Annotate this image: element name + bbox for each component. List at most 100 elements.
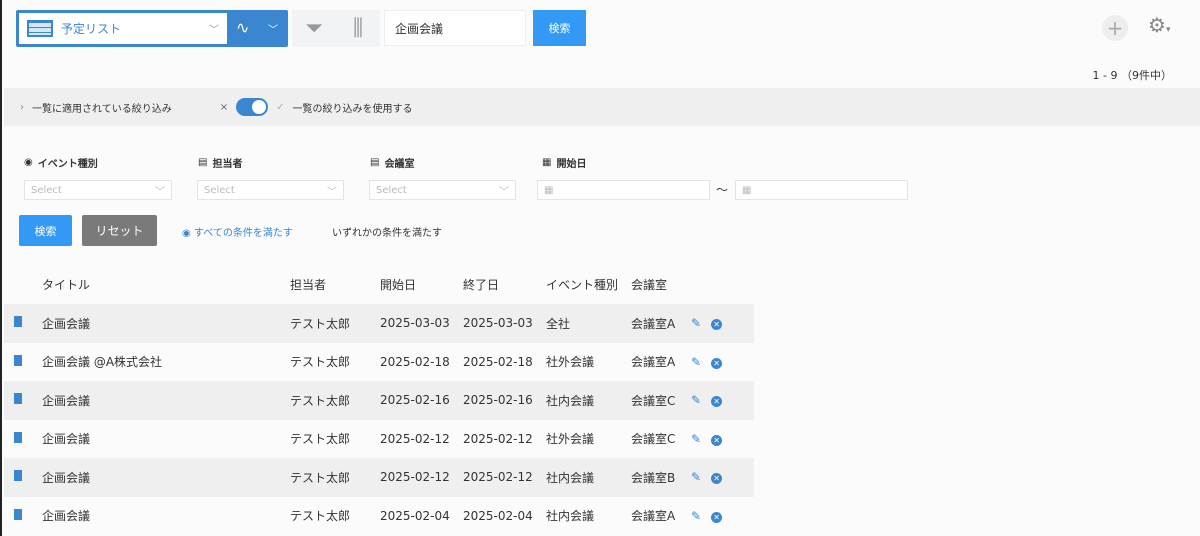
use-filter-toggle[interactable] xyxy=(236,98,269,116)
view-dropdown[interactable]: 予定リスト ﹀ xyxy=(19,13,227,44)
filter-bar: › 一覧に適用されている絞り込み × ✓ 一覧の絞り込みを使用する xyxy=(4,88,1200,126)
document-icon[interactable] xyxy=(14,316,22,328)
keyword-input[interactable]: 企画会議 xyxy=(384,10,526,46)
column-header[interactable]: イベント種別 xyxy=(546,264,631,304)
edit-icon[interactable]: ✎ xyxy=(691,509,701,523)
edit-icon[interactable]: ✎ xyxy=(691,432,701,446)
edit-icon[interactable]: ✎ xyxy=(691,316,701,330)
column-header[interactable]: 終了日 xyxy=(463,264,546,304)
graph-icon[interactable]: ∿ xyxy=(236,18,249,37)
table-row[interactable]: 企画会議 テスト太郎 2025-02-12 2025-02-12 社外会議 会議室C ✎ ✕ xyxy=(4,420,754,459)
cell: 2025-02-12 xyxy=(463,431,533,446)
edit-icon[interactable]: ✎ xyxy=(691,393,701,407)
cell: 2025-02-12 xyxy=(463,458,546,497)
label-text: イベント種別 xyxy=(37,159,98,170)
radio-icon: ◉ xyxy=(24,157,33,168)
room-select[interactable]: Select ﹀ xyxy=(369,180,516,200)
gear-icon[interactable]: ⚙▾ xyxy=(1148,13,1170,37)
filter-label-event-type: ◉ イベント種別 xyxy=(24,155,98,170)
edit-icon[interactable]: ✎ xyxy=(691,355,701,369)
column-header[interactable]: 開始日 xyxy=(380,264,463,304)
delete-icon[interactable]: ✕ xyxy=(711,511,723,523)
cell: 企画会議 xyxy=(42,509,91,524)
match-all-radio[interactable]: ◉ すべての条件を満たす xyxy=(182,224,293,239)
check-icon: ✓ xyxy=(276,101,285,113)
cell: 社内会議 xyxy=(546,509,595,524)
chevron-down-icon: ﹀ xyxy=(155,186,165,198)
calendar-icon: ▦ xyxy=(542,157,552,168)
form-icon: ▤ xyxy=(198,157,208,168)
owner-select[interactable]: Select ﹀ xyxy=(197,180,344,200)
label-text: 会議室 xyxy=(384,159,415,170)
delete-icon[interactable]: ✕ xyxy=(711,396,723,408)
table-row[interactable]: 企画会議 テスト太郎 2025-02-04 2025-02-04 社内会議 会議室A ✎ ✕ xyxy=(4,497,754,536)
start-date-to[interactable]: ▦ xyxy=(735,180,908,200)
cell: テスト太郎 xyxy=(290,458,380,497)
chevron-down-icon: ﹀ xyxy=(499,186,509,198)
search-button[interactable]: 検索 xyxy=(19,215,72,246)
placeholder: Select xyxy=(204,184,235,196)
start-date-from[interactable]: ▦ xyxy=(537,180,710,200)
applied-filter-toggle[interactable]: 一覧に適用されている絞り込み xyxy=(32,100,172,115)
label-text: 開始日 xyxy=(556,159,587,170)
document-icon[interactable] xyxy=(14,354,22,366)
form-icon: ▤ xyxy=(370,157,380,168)
cell: 全社 xyxy=(546,304,631,343)
cell: 2025-02-16 xyxy=(380,381,463,420)
chevron-right-icon[interactable]: › xyxy=(20,102,24,113)
use-filter-label: 一覧の絞り込みを使用する xyxy=(292,103,413,115)
column-header[interactable]: 担当者 xyxy=(290,264,380,304)
cell: 会議室A xyxy=(631,509,676,524)
document-icon[interactable] xyxy=(14,393,22,405)
column-header[interactable]: タイトル xyxy=(42,264,290,304)
cell: 社内会議 xyxy=(546,458,631,497)
view-selector[interactable]: 予定リスト ﹀ ∿ ﹀ xyxy=(16,10,288,47)
delete-icon[interactable]: ✕ xyxy=(711,434,723,446)
table-row[interactable]: 企画会議 テスト太郎 2025-02-12 2025-02-12 社内会議 会議室B ✎ ✕ xyxy=(4,458,754,497)
cell: 企画会議 @A株式会社 xyxy=(42,355,163,370)
document-icon[interactable] xyxy=(14,431,22,443)
keyword-search-button[interactable]: 検索 xyxy=(533,10,586,46)
placeholder: Select xyxy=(376,184,407,196)
document-icon[interactable] xyxy=(14,470,22,482)
match-any-radio[interactable]: いずれかの条件を満たす xyxy=(332,224,442,239)
add-icon[interactable]: + xyxy=(1102,15,1128,41)
close-icon[interactable]: × xyxy=(220,102,228,113)
edit-icon[interactable]: ✎ xyxy=(691,470,701,484)
results-table: タイトル 担当者 開始日 終了日 イベント種別 会議室 企画会議 テスト太郎 202… xyxy=(4,264,754,535)
chart-icon[interactable]: ⫼ xyxy=(336,10,380,47)
cell: テスト太郎 xyxy=(290,381,380,420)
cell: 2025-02-04 xyxy=(380,508,450,523)
cell: 会議室C xyxy=(631,432,676,447)
match-all-label: すべての条件を満たす xyxy=(193,228,293,239)
table-row[interactable]: 企画会議 テスト太郎 2025-02-16 2025-02-16 社内会議 会議室C ✎ ✕ xyxy=(4,381,754,420)
table-icon xyxy=(27,20,53,37)
delete-icon[interactable]: ✕ xyxy=(711,357,723,369)
cell: 2025-03-03 xyxy=(380,304,463,343)
delete-icon[interactable]: ✕ xyxy=(711,473,723,485)
table-row[interactable]: 企画会議 @A株式会社 テスト太郎 2025-02-18 2025-02-18 社外会議… xyxy=(4,343,754,382)
delete-icon[interactable]: ✕ xyxy=(711,319,723,331)
cell: 2025-02-16 xyxy=(463,381,546,420)
event-type-select[interactable]: Select ﹀ xyxy=(24,180,172,200)
range-separator: 〜 xyxy=(716,183,729,197)
table-row[interactable]: 企画会議 テスト太郎 2025-03-03 2025-03-03 全社 会議室A ✎ ✕ xyxy=(4,304,754,343)
chevron-down-icon: ﹀ xyxy=(209,25,219,36)
cell: 社内会議 xyxy=(546,381,631,420)
cell: 2025-03-03 xyxy=(463,304,546,343)
column-header[interactable]: 会議室 xyxy=(631,264,691,304)
cell: 2025-02-12 xyxy=(380,458,463,497)
cell: テスト太郎 xyxy=(290,304,380,343)
pagination: 1 - 9 （9件中） xyxy=(1092,69,1172,82)
filter-icon[interactable]: ⏷ xyxy=(292,10,336,47)
chevron-down-icon[interactable]: ﹀ xyxy=(268,21,278,36)
filter-label-room: ▤ 会議室 xyxy=(370,155,414,170)
cell: 2025-02-04 xyxy=(463,508,533,523)
cell: 企画会議 xyxy=(42,458,290,497)
cell: 2025-02-12 xyxy=(380,431,450,446)
document-icon[interactable] xyxy=(14,508,22,520)
reset-button[interactable]: リセット xyxy=(82,215,157,246)
filter-label-start-date: ▦ 開始日 xyxy=(542,155,586,170)
radio-selected-icon: ◉ xyxy=(182,228,191,239)
cell: 2025-02-18 xyxy=(463,354,533,369)
